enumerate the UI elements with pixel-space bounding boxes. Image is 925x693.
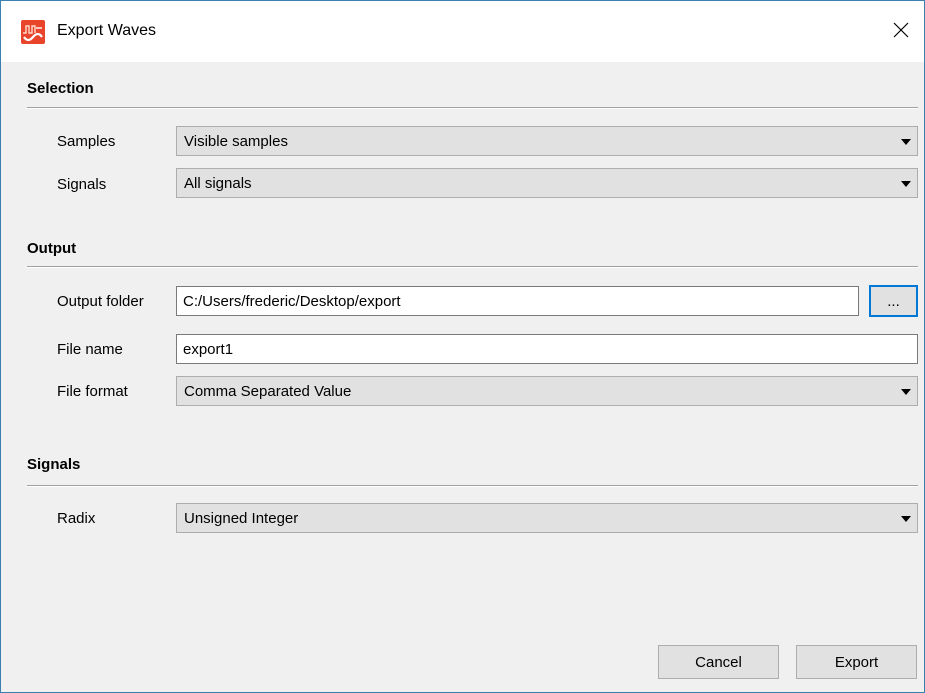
signals-value: All signals (184, 175, 252, 192)
waveform-icon (21, 20, 45, 44)
output-heading: Output (27, 240, 77, 257)
cancel-button[interactable]: Cancel (658, 645, 779, 679)
output-folder-label: Output folder (57, 293, 144, 310)
signals-heading: Signals (27, 456, 81, 473)
samples-value: Visible samples (184, 133, 288, 150)
samples-label: Samples (57, 133, 116, 150)
chevron-down-icon (901, 389, 911, 395)
export-button[interactable]: Export (796, 645, 917, 679)
radix-dropdown[interactable]: Unsigned Integer (176, 503, 918, 533)
output-folder-field[interactable] (176, 286, 859, 316)
signals-divider (27, 485, 918, 487)
chevron-down-icon (901, 516, 911, 522)
signals-dropdown[interactable]: All signals (176, 168, 918, 198)
file-format-label: File format (57, 383, 128, 400)
samples-dropdown[interactable]: Visible samples (176, 126, 918, 156)
file-format-value: Comma Separated Value (184, 383, 352, 400)
output-divider (27, 266, 918, 268)
file-format-dropdown[interactable]: Comma Separated Value (176, 376, 918, 406)
title-bar[interactable]: Export Waves (1, 1, 924, 62)
selection-heading: Selection (27, 80, 94, 97)
export-waves-dialog: Export Waves Selection Samples Visible s… (0, 0, 925, 693)
close-button[interactable] (878, 1, 924, 62)
radix-value: Unsigned Integer (184, 510, 299, 527)
browse-folder-button[interactable]: ... (869, 285, 918, 317)
window-title: Export Waves (57, 22, 156, 39)
signals-label: Signals (57, 176, 107, 193)
chevron-down-icon (901, 181, 911, 187)
chevron-down-icon (901, 139, 911, 145)
selection-divider (27, 107, 918, 109)
file-name-label: File name (57, 341, 123, 358)
file-name-field[interactable] (176, 334, 918, 364)
radix-label: Radix (57, 510, 96, 527)
close-icon (893, 22, 909, 42)
